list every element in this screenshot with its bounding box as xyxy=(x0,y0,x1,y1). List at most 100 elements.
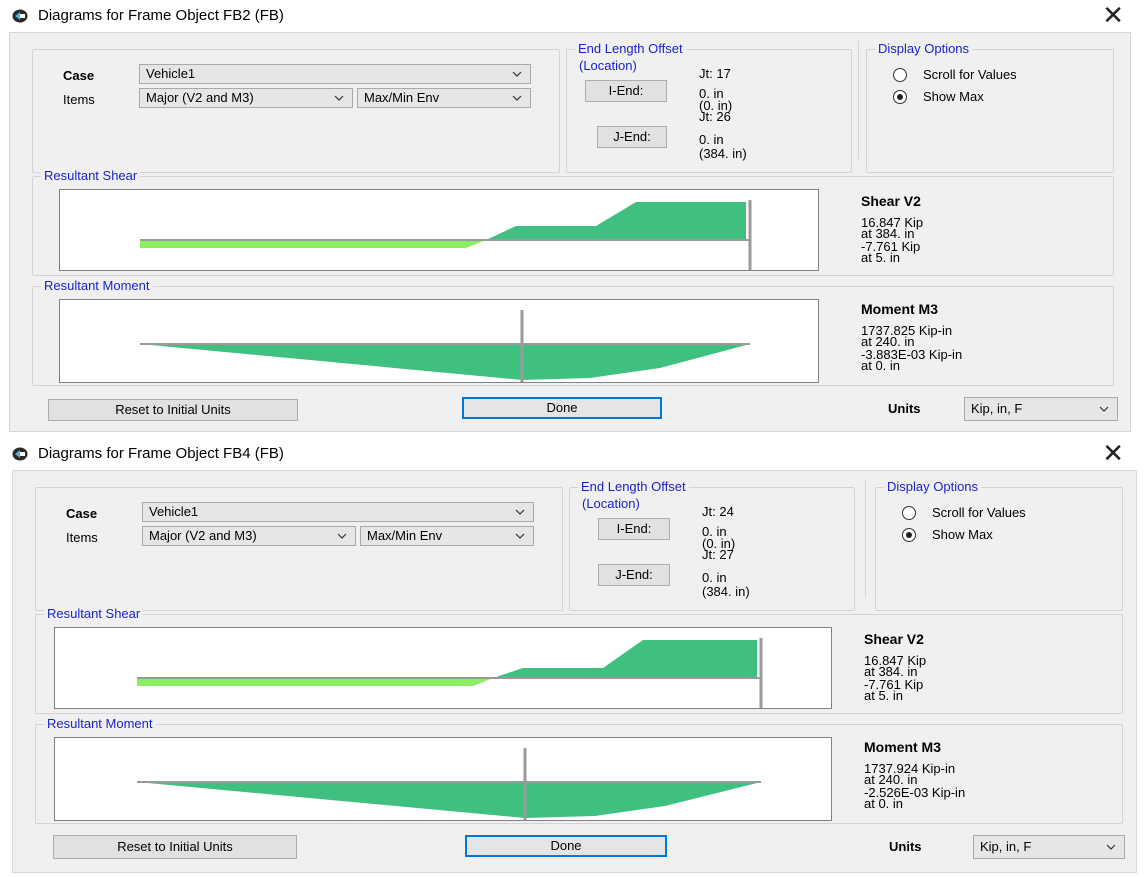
show-max-label: Show Max xyxy=(923,89,984,104)
case-label: Case xyxy=(63,68,95,83)
chevron-down-icon xyxy=(1106,844,1116,850)
title-bar: Diagrams for Frame Object FB2 (FB) ✕ xyxy=(0,0,1144,32)
window-title: Diagrams for Frame Object FB2 (FB) xyxy=(38,7,284,24)
chevron-down-icon xyxy=(512,71,522,77)
j-end-location: (384. in) xyxy=(699,146,747,161)
i-end-joint: Jt: 17 xyxy=(699,66,731,81)
envelope-select-value: Max/Min Env xyxy=(367,528,443,543)
units-label: Units xyxy=(889,839,922,854)
close-icon[interactable]: ✕ xyxy=(1102,2,1124,28)
chevron-down-icon xyxy=(515,509,525,515)
display-options-legend: Display Options xyxy=(884,479,982,495)
j-end-location: (384. in) xyxy=(702,584,750,599)
chevron-down-icon xyxy=(515,533,525,539)
shear-diagram xyxy=(54,627,832,709)
units-label: Units xyxy=(888,401,921,416)
location-label: (Location) xyxy=(582,496,640,511)
moment-diagram xyxy=(54,737,832,821)
items-select[interactable]: Major (V2 and M3) xyxy=(139,88,353,108)
title-bar: Diagrams for Frame Object FB4 (FB) ✕ xyxy=(0,438,1144,470)
end-offset-legend: End Length Offset xyxy=(575,41,686,57)
display-options-group: Display Options Scroll for Values Show M… xyxy=(875,479,1123,611)
resultant-moment-group: Resultant Moment Moment M3 1737.825 Kip-… xyxy=(32,278,1114,386)
shear-diagram-svg xyxy=(137,638,763,708)
location-label: (Location) xyxy=(579,58,637,73)
case-select[interactable]: Vehicle1 xyxy=(139,64,531,84)
scroll-for-values-radio[interactable] xyxy=(893,68,907,82)
i-end-button[interactable]: I-End: xyxy=(585,80,667,102)
j-end-button[interactable]: J-End: xyxy=(598,564,670,586)
case-select[interactable]: Vehicle1 xyxy=(142,502,534,522)
window-title: Diagrams for Frame Object FB4 (FB) xyxy=(38,445,284,462)
items-select-value: Major (V2 and M3) xyxy=(146,90,254,105)
app-icon xyxy=(12,9,28,23)
diagram-window-fb4: Diagrams for Frame Object FB4 (FB) ✕ Cas… xyxy=(0,438,1144,876)
reset-units-button[interactable]: Reset to Initial Units xyxy=(48,399,298,421)
shear-negative-area xyxy=(140,240,486,248)
show-max-label: Show Max xyxy=(932,527,993,542)
units-select[interactable]: Kip, in, F xyxy=(964,397,1118,421)
moment-min-location: at 0. in xyxy=(864,796,904,811)
done-button[interactable]: Done xyxy=(462,397,662,419)
chevron-down-icon xyxy=(1099,406,1109,412)
units-select-value: Kip, in, F xyxy=(980,839,1032,854)
diagram-window-fb2: Diagrams for Frame Object FB2 (FB) ✕ Cas… xyxy=(0,0,1144,438)
chevron-down-icon xyxy=(334,95,344,101)
j-end-value: 0. in xyxy=(699,132,724,147)
case-select-value: Vehicle1 xyxy=(149,504,199,519)
items-select[interactable]: Major (V2 and M3) xyxy=(142,526,356,546)
j-end-joint: Jt: 27 xyxy=(702,547,734,562)
i-end-joint: Jt: 24 xyxy=(702,504,734,519)
case-items-group: Case Vehicle1 Items Major (V2 and M3) Ma… xyxy=(35,487,563,611)
shear-diagram xyxy=(59,189,819,271)
i-end-button[interactable]: I-End: xyxy=(598,518,670,540)
dialog-body: Case Vehicle1 Items Major (V2 and M3) Ma… xyxy=(12,470,1137,873)
moment-diagram-svg xyxy=(140,310,750,382)
moment-heading: Moment M3 xyxy=(864,739,941,755)
units-select-value: Kip, in, F xyxy=(971,401,1023,416)
radio-selected-dot xyxy=(906,532,912,538)
chevron-down-icon xyxy=(512,95,522,101)
shear-positive-area xyxy=(486,202,746,240)
shear-positive-area xyxy=(493,640,757,678)
scroll-for-values-radio[interactable] xyxy=(902,506,916,520)
shear-heading: Shear V2 xyxy=(861,193,921,209)
envelope-select[interactable]: Max/Min Env xyxy=(357,88,531,108)
j-end-joint: Jt: 26 xyxy=(699,109,731,124)
units-select[interactable]: Kip, in, F xyxy=(973,835,1125,859)
separator xyxy=(858,41,859,159)
moment-diagram-svg xyxy=(137,748,761,820)
shear-min-location: at 5. in xyxy=(861,250,901,265)
moment-legend: Resultant Moment xyxy=(44,716,156,732)
close-icon[interactable]: ✕ xyxy=(1102,440,1124,466)
shear-negative-area xyxy=(137,678,493,686)
display-options-legend: Display Options xyxy=(875,41,973,57)
shear-heading: Shear V2 xyxy=(864,631,924,647)
end-length-offset-group: End Length Offset (Location) Jt: 24 I-En… xyxy=(569,479,855,611)
case-select-value: Vehicle1 xyxy=(146,66,196,81)
end-length-offset-group: End Length Offset (Location) Jt: 17 I-En… xyxy=(566,41,852,173)
done-button[interactable]: Done xyxy=(465,835,667,857)
dialog-body: Case Vehicle1 Items Major (V2 and M3) Ma… xyxy=(9,32,1131,432)
moment-heading: Moment M3 xyxy=(861,301,938,317)
case-items-group: Case Vehicle1 Items Major (V2 and M3) Ma… xyxy=(32,49,560,173)
j-end-value: 0. in xyxy=(702,570,727,585)
resultant-moment-group: Resultant Moment Moment M3 1737.924 Kip-… xyxy=(35,716,1123,824)
scroll-for-values-label: Scroll for Values xyxy=(923,67,1017,82)
shear-legend: Resultant Shear xyxy=(41,168,141,184)
items-label: Items xyxy=(66,530,98,545)
shear-legend: Resultant Shear xyxy=(44,606,144,622)
moment-legend: Resultant Moment xyxy=(41,278,153,294)
envelope-select[interactable]: Max/Min Env xyxy=(360,526,534,546)
case-label: Case xyxy=(66,506,98,521)
chevron-down-icon xyxy=(337,533,347,539)
items-select-value: Major (V2 and M3) xyxy=(149,528,257,543)
reset-units-button[interactable]: Reset to Initial Units xyxy=(53,835,297,859)
j-end-button[interactable]: J-End: xyxy=(597,126,667,148)
show-max-radio[interactable] xyxy=(893,90,907,104)
moment-area xyxy=(137,782,761,818)
radio-selected-dot xyxy=(897,94,903,100)
end-offset-legend: End Length Offset xyxy=(578,479,689,495)
show-max-radio[interactable] xyxy=(902,528,916,542)
separator xyxy=(865,479,866,597)
